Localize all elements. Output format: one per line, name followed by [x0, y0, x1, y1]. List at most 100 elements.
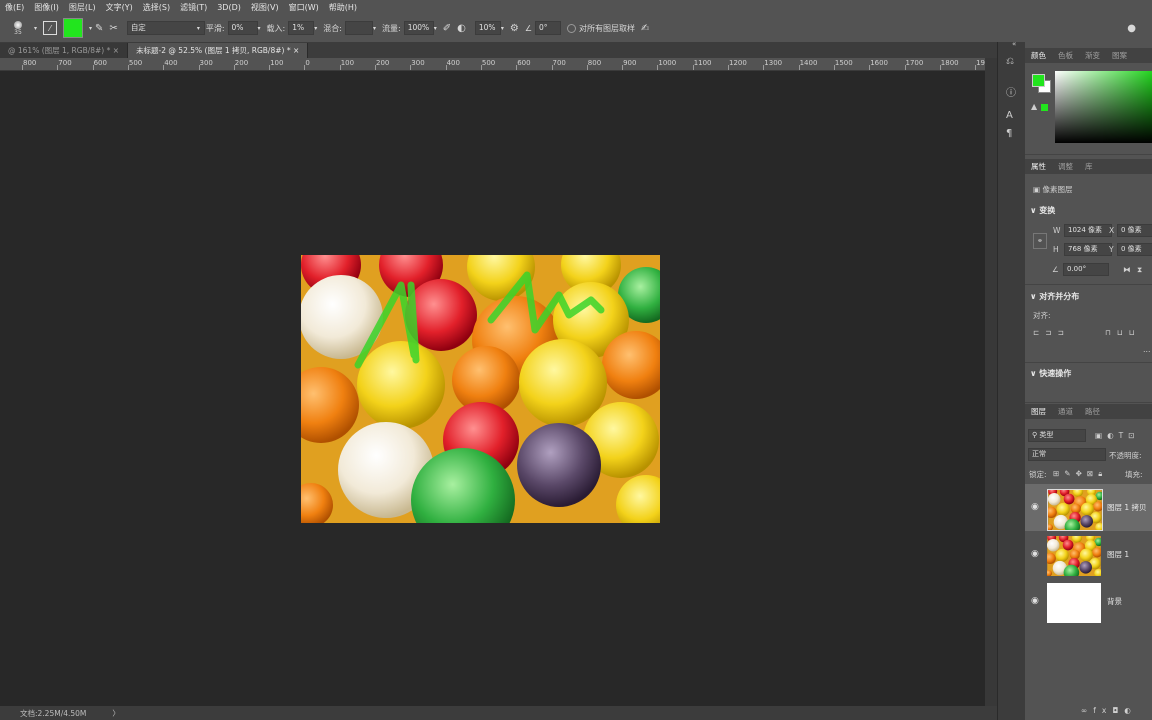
brush-settings-icon[interactable]: ⁄	[43, 21, 58, 35]
mix-value[interactable]	[344, 21, 373, 35]
tab-patterns[interactable]: 图案	[1106, 50, 1133, 61]
mask-icon[interactable]: ◘	[1112, 706, 1124, 715]
align-bottom-icon[interactable]: ⊔	[1129, 328, 1141, 337]
foreground-color-swatch[interactable]	[1032, 74, 1045, 87]
lock-artboard-icon[interactable]: ⊠	[1087, 469, 1098, 478]
flip-horizontal-icon[interactable]: ⧓	[1123, 265, 1131, 274]
tab-swatches[interactable]: 色板	[1052, 50, 1079, 61]
rotation-field[interactable]: 0.00°	[1063, 263, 1109, 276]
layer-name[interactable]: 图层 1	[1107, 549, 1129, 560]
amount-value[interactable]: 10%	[474, 21, 501, 35]
brush-load-icon[interactable]: ✎	[95, 23, 103, 34]
menu-image[interactable]: 图像(I)	[29, 2, 64, 13]
tab-properties[interactable]: 属性	[1025, 161, 1052, 172]
close-icon[interactable]: ×	[113, 46, 119, 55]
user-icon[interactable]: ●	[1127, 23, 1136, 34]
layer-row[interactable]: ◉ 背景	[1025, 578, 1152, 625]
menu-help[interactable]: 帮助(H)	[324, 2, 362, 13]
close-icon[interactable]: ×	[293, 46, 299, 55]
load-value[interactable]: 1%	[288, 21, 315, 35]
status-menu-arrow[interactable]: 〉	[112, 708, 120, 719]
menu-filter[interactable]: 滤镜(T)	[175, 2, 212, 13]
lock-pixels-icon[interactable]: ✎	[1064, 469, 1075, 478]
transform-section[interactable]: ∨ 变换	[1030, 205, 1055, 216]
menu-view[interactable]: 视图(V)	[246, 2, 284, 13]
brush-preset-picker[interactable]: 35	[8, 20, 28, 36]
collapse-icon[interactable]: «	[1012, 40, 1016, 48]
lock-all-icon[interactable]: 🔒︎	[1098, 469, 1107, 478]
lock-transparency-icon[interactable]: ⊞	[1053, 469, 1064, 478]
character-icon[interactable]: A	[1006, 110, 1013, 121]
layer-name[interactable]: 图层 1 拷贝	[1107, 502, 1147, 513]
tab-paths[interactable]: 路径	[1079, 406, 1106, 417]
angle-value[interactable]: 0°	[534, 21, 561, 35]
chevron-down-icon[interactable]: ▾	[34, 25, 37, 32]
vertical-scrollbar[interactable]	[985, 58, 997, 710]
lock-buttons[interactable]: ⊞✎✥⊠🔒︎	[1053, 469, 1107, 479]
layer-name[interactable]: 背景	[1107, 596, 1122, 607]
align-center-icon[interactable]: ⊐	[1045, 328, 1057, 337]
menu-edit[interactable]: 像(E)	[0, 2, 29, 13]
sample-all-checkbox[interactable]	[566, 23, 576, 33]
align-left-icon[interactable]: ⊏	[1033, 328, 1045, 337]
horizontal-ruler[interactable]: 800 700 600 500 400 300 200 100 0 100 200 300 400 500…	[0, 58, 985, 71]
web-color-swatch[interactable]	[1041, 104, 1048, 111]
align-top-icon[interactable]: ⊓	[1105, 328, 1117, 337]
tab-channels[interactable]: 通道	[1052, 406, 1079, 417]
gear-icon[interactable]: ⚙	[510, 23, 519, 34]
height-field[interactable]: 768 像素	[1064, 243, 1112, 256]
image-filter-icon[interactable]: ▣	[1095, 431, 1107, 440]
layer-filter-select[interactable]: ⚲ 类型	[1028, 429, 1086, 442]
link-icon[interactable]: ⚭	[1033, 233, 1047, 249]
flip-vertical-icon[interactable]: ⧗	[1137, 265, 1142, 275]
menu-select[interactable]: 选择(S)	[138, 2, 175, 13]
color-field[interactable]	[1055, 71, 1152, 143]
tab-libraries[interactable]: 库	[1079, 161, 1099, 172]
flow-control[interactable]: 流量: 100% ▾	[382, 21, 437, 35]
eye-icon[interactable]: ◉	[1031, 549, 1039, 559]
type-filter-icon[interactable]: T	[1119, 431, 1129, 440]
airbrush-icon[interactable]: ✐	[443, 23, 451, 34]
shape-filter-icon[interactable]: ⊡	[1128, 431, 1139, 440]
sample-all-layers[interactable]: 对所有图层取样	[566, 23, 635, 34]
mix-control[interactable]: 混合: ▾	[323, 21, 376, 35]
load-control[interactable]: 载入: 1% ▾	[267, 21, 317, 35]
layer-filter-icons[interactable]: ▣◐T⊡	[1095, 431, 1140, 440]
eye-icon[interactable]: ◉	[1031, 596, 1039, 606]
smoothing-icon[interactable]: ◐	[457, 23, 466, 34]
adjustment-filter-icon[interactable]: ◐	[1107, 431, 1119, 440]
align-section[interactable]: ∨ 对齐并分布	[1030, 291, 1079, 302]
quick-actions-section[interactable]: ∨ 快速操作	[1030, 368, 1071, 379]
info-icon[interactable]: ⓘ	[1006, 84, 1016, 99]
brush-clean-icon[interactable]: ✂	[109, 23, 117, 34]
fx-icon[interactable]: fx	[1093, 706, 1112, 715]
tab-document-2[interactable]: 未标题-2 @ 52.5% (图层 1 拷贝, RGB/8#) * ×	[128, 43, 309, 58]
align-vertical-buttons[interactable]: ⊓⊔⊔	[1105, 328, 1141, 337]
eye-icon[interactable]: ◉	[1031, 502, 1039, 512]
tab-document-1[interactable]: @ 161% (图层 1, RGB/8#) * ×	[0, 43, 129, 58]
link-layers-icon[interactable]: ∞	[1081, 706, 1093, 715]
angle-control[interactable]: ∠ 0°	[525, 21, 561, 35]
align-buttons[interactable]: ⊏⊐⊐	[1033, 328, 1070, 337]
tab-color[interactable]: 颜色	[1025, 50, 1052, 61]
adjustment-layer-icon[interactable]: ◐	[1124, 706, 1137, 715]
menu-window[interactable]: 窗口(W)	[284, 2, 324, 13]
smooth-control[interactable]: 平滑: 0% ▾	[206, 21, 261, 35]
tab-adjustments[interactable]: 调整	[1052, 161, 1079, 172]
layer-row[interactable]: ◉ 图层 1	[1025, 531, 1152, 578]
menu-3d[interactable]: 3D(D)	[212, 3, 246, 12]
document-canvas[interactable]	[301, 255, 660, 523]
align-right-icon[interactable]: ⊐	[1058, 328, 1070, 337]
tab-layers[interactable]: 图层	[1025, 406, 1052, 417]
width-field[interactable]: 1024 像素	[1064, 224, 1112, 237]
amount-control[interactable]: 10% ▾	[472, 21, 504, 35]
more-options-icon[interactable]: …	[1143, 345, 1151, 354]
smooth-value[interactable]: 0%	[227, 21, 258, 35]
lock-position-icon[interactable]: ✥	[1076, 469, 1087, 478]
align-middle-icon[interactable]: ⊔	[1117, 328, 1129, 337]
current-color-swatch[interactable]	[63, 18, 84, 38]
layer-row[interactable]: ◉ 图层 1 拷贝	[1025, 484, 1152, 531]
mixer-preset-select[interactable]: 自定 ▾	[124, 21, 205, 35]
menu-type[interactable]: 文字(Y)	[101, 2, 138, 13]
menu-layer[interactable]: 图层(L)	[64, 2, 101, 13]
